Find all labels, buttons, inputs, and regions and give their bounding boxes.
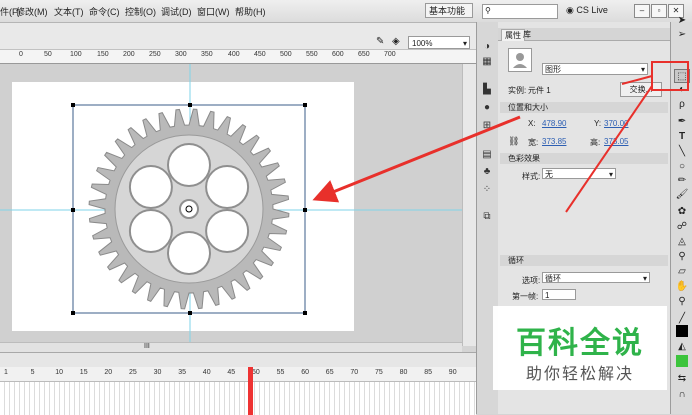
watermark-subtitle: 助你轻松解决 <box>525 366 634 383</box>
arrow-to-gear <box>312 115 521 203</box>
watermark: 百科全说 助你轻松解决 <box>493 306 667 390</box>
arrow-from-tool <box>565 85 653 213</box>
arrow-link <box>621 75 653 85</box>
watermark-title: 百科全说 <box>516 327 644 360</box>
